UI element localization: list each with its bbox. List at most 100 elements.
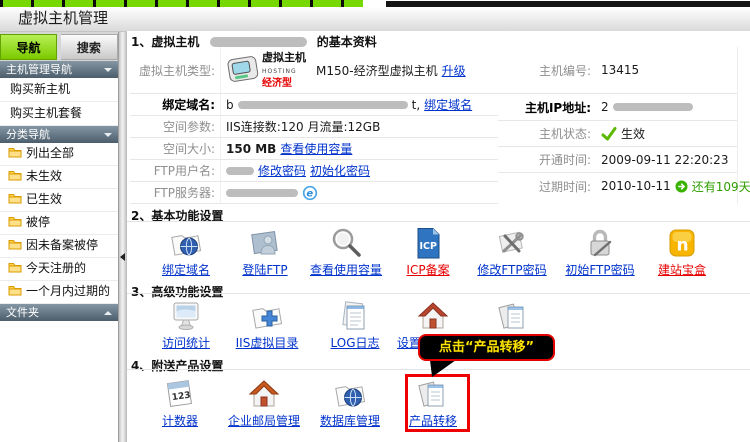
sidebar-item-active[interactable]: 已生效 — [0, 189, 118, 212]
chevron-up-icon — [104, 311, 112, 315]
folder-icon — [8, 216, 22, 227]
sidebar-section-folders[interactable]: 文件夹 — [0, 304, 118, 321]
folder-icon — [8, 170, 22, 181]
main-panel: 1、虚拟主机 的基本资料 虚拟主机类型: 虚拟主机 HOSTING 经济型 M — [127, 31, 750, 442]
table-row: 主机IP地址: 2 — [498, 94, 737, 121]
sidebar-section-host-management[interactable]: 主机管理导航 — [0, 61, 118, 78]
svg-text:ICP: ICP — [420, 241, 438, 252]
sidebar-section-categories[interactable]: 分类导航 — [0, 126, 118, 143]
tab-navigation[interactable]: 导航 — [0, 34, 57, 60]
divider — [127, 293, 750, 294]
highlight-box-product-transfer — [405, 374, 470, 432]
documents-icon — [496, 299, 530, 333]
sidebar-item-list-all[interactable]: 列出全部 — [0, 143, 118, 166]
bind-domain-link[interactable]: 绑定域名 — [424, 96, 472, 113]
section4-title: 4、附送产品设置 — [131, 357, 223, 374]
host-id-label: 主机编号: — [498, 62, 596, 79]
function-change-ftp-password[interactable]: 修改FTP密码 — [470, 224, 554, 278]
svg-text:e: e — [306, 188, 313, 199]
host-status-label: 主机状态: — [498, 125, 596, 142]
tab-search[interactable]: 搜索 — [61, 34, 118, 60]
hosting-logo: 虚拟主机 HOSTING 经济型 — [226, 51, 306, 90]
top-menu-green-segments — [0, 0, 363, 7]
hosting-device-icon — [226, 55, 260, 85]
function-hidden-by-callout[interactable] — [471, 297, 555, 334]
space-params-value: IIS连接数:120 月流量:12GB — [226, 118, 380, 135]
collapse-sidebar-icon[interactable] — [120, 253, 125, 261]
days-remaining: 还有109天过期 — [692, 178, 750, 195]
redacted-ftp-server — [226, 189, 298, 197]
ftp-user-label: FTP用户名: — [130, 160, 221, 181]
icp-doc-icon: ICP — [411, 226, 445, 260]
chevron-down-icon — [104, 133, 112, 137]
host-status-value: 生效 — [621, 125, 645, 142]
space-size-label: 空间大小: — [130, 138, 221, 159]
space-size-value: 150 MB — [226, 142, 276, 156]
function-login-ftp[interactable]: 登陆FTP — [223, 224, 307, 278]
function-bind-domain[interactable]: 绑定域名 — [144, 224, 228, 278]
sidebar-item-buy-host-plan[interactable]: 购买主机套餐 — [0, 102, 118, 126]
ftp-server-label: FTP服务器: — [130, 182, 221, 203]
titlebar: 虚拟主机管理 — [0, 7, 750, 32]
table-row: 主机状态: 生效 — [498, 121, 737, 147]
upgrade-link[interactable]: 升级 — [442, 62, 466, 79]
globe-folder-icon — [169, 226, 203, 260]
view-usage-link[interactable]: 查看使用容量 — [280, 140, 352, 157]
divider — [127, 221, 750, 222]
counter-icon: 123 — [163, 377, 197, 411]
function-log[interactable]: LOG日志 — [313, 297, 397, 351]
table-row: 绑定域名: bt, 绑定域名 — [130, 94, 498, 116]
expire-time-value: 2010-10-11 — [601, 179, 671, 193]
space-params-label: 空间参数: — [130, 116, 221, 137]
table-row: 空间大小: 150 MB 查看使用容量 — [130, 138, 498, 160]
change-password-link[interactable]: 修改密码 — [258, 162, 306, 179]
monitor-icon — [169, 299, 203, 333]
sidebar-item-registered-today[interactable]: 今天注册的 — [0, 258, 118, 281]
lock-icon — [583, 226, 617, 260]
expire-time-label: 过期时间: — [498, 178, 596, 195]
sidebar-item-buy-new-host[interactable]: 购买新主机 — [0, 78, 118, 102]
folder-icon — [8, 262, 22, 273]
house-icon — [416, 299, 450, 333]
bind-domain-label: 绑定域名: — [130, 94, 221, 115]
check-icon — [601, 127, 617, 141]
green-arrow-icon — [675, 180, 688, 193]
function-database-management[interactable]: 数据库管理 — [308, 375, 392, 429]
folder-plus-icon — [250, 299, 284, 333]
host-type-value: M150-经济型虚拟主机 — [316, 62, 438, 79]
top-menu-strip — [0, 0, 750, 7]
globe-folder-icon — [333, 377, 367, 411]
open-time-label: 开通时间: — [498, 151, 596, 168]
nbox-icon: n — [665, 226, 699, 260]
host-ip-label: 主机IP地址: — [498, 99, 596, 116]
function-view-usage[interactable]: 查看使用容量 — [304, 224, 388, 278]
function-iis-virtual-dir[interactable]: IIS虚拟目录 — [225, 297, 309, 351]
table-row: 空间参数: IIS连接数:120 月流量:12GB — [130, 116, 498, 138]
sidebar-item-stopped-no-icp[interactable]: 因未备案被停 — [0, 235, 118, 258]
house-icon — [247, 377, 281, 411]
table-row: FTP服务器: e — [130, 182, 498, 204]
sidebar-tabs: 导航 搜索 — [0, 32, 118, 61]
sidebar-item-not-active[interactable]: 未生效 — [0, 166, 118, 189]
function-site-builder-box[interactable]: n 建站宝盒 — [640, 224, 724, 278]
function-visit-stats[interactable]: 访问统计 — [144, 297, 228, 351]
function-reset-ftp-password[interactable]: 初始FTP密码 — [558, 224, 642, 278]
host-info-right: 主机编号: 13415 主机IP地址: 2 主机状态: 生效 开通时间: 200… — [498, 47, 737, 204]
ie-icon[interactable]: e — [302, 185, 318, 201]
sidebar-item-stopped[interactable]: 被停 — [0, 212, 118, 235]
sidebar: 导航 搜索 主机管理导航 购买新主机 购买主机套餐 分类导航 列出全部 未生效 … — [0, 32, 118, 442]
sidebar-item-expiring-in-month[interactable]: 一个月内过期的 — [0, 281, 118, 304]
table-row: 过期时间: 2010-10-11 还有109天过期 续费 — [498, 173, 737, 199]
host-id-value: 13415 — [601, 63, 639, 77]
magnifier-icon — [329, 226, 363, 260]
function-counter[interactable]: 123 计数器 — [138, 375, 222, 429]
callout-click-product-transfer: 点击“产品转移” — [418, 334, 555, 361]
sidebar-splitter[interactable] — [118, 32, 127, 442]
function-icp-filing[interactable]: ICP ICP备案 — [386, 224, 470, 278]
redacted-ftp-user — [226, 167, 254, 175]
reset-password-link[interactable]: 初始化密码 — [310, 162, 370, 179]
tools-icon — [495, 226, 529, 260]
table-row: 开通时间: 2009-09-11 22:20:23 — [498, 147, 737, 173]
host-info-table: 虚拟主机类型: 虚拟主机 HOSTING 经济型 M150-经济型虚拟主机 升级 — [130, 47, 738, 204]
function-enterprise-mail[interactable]: 企业邮局管理 — [222, 375, 306, 429]
